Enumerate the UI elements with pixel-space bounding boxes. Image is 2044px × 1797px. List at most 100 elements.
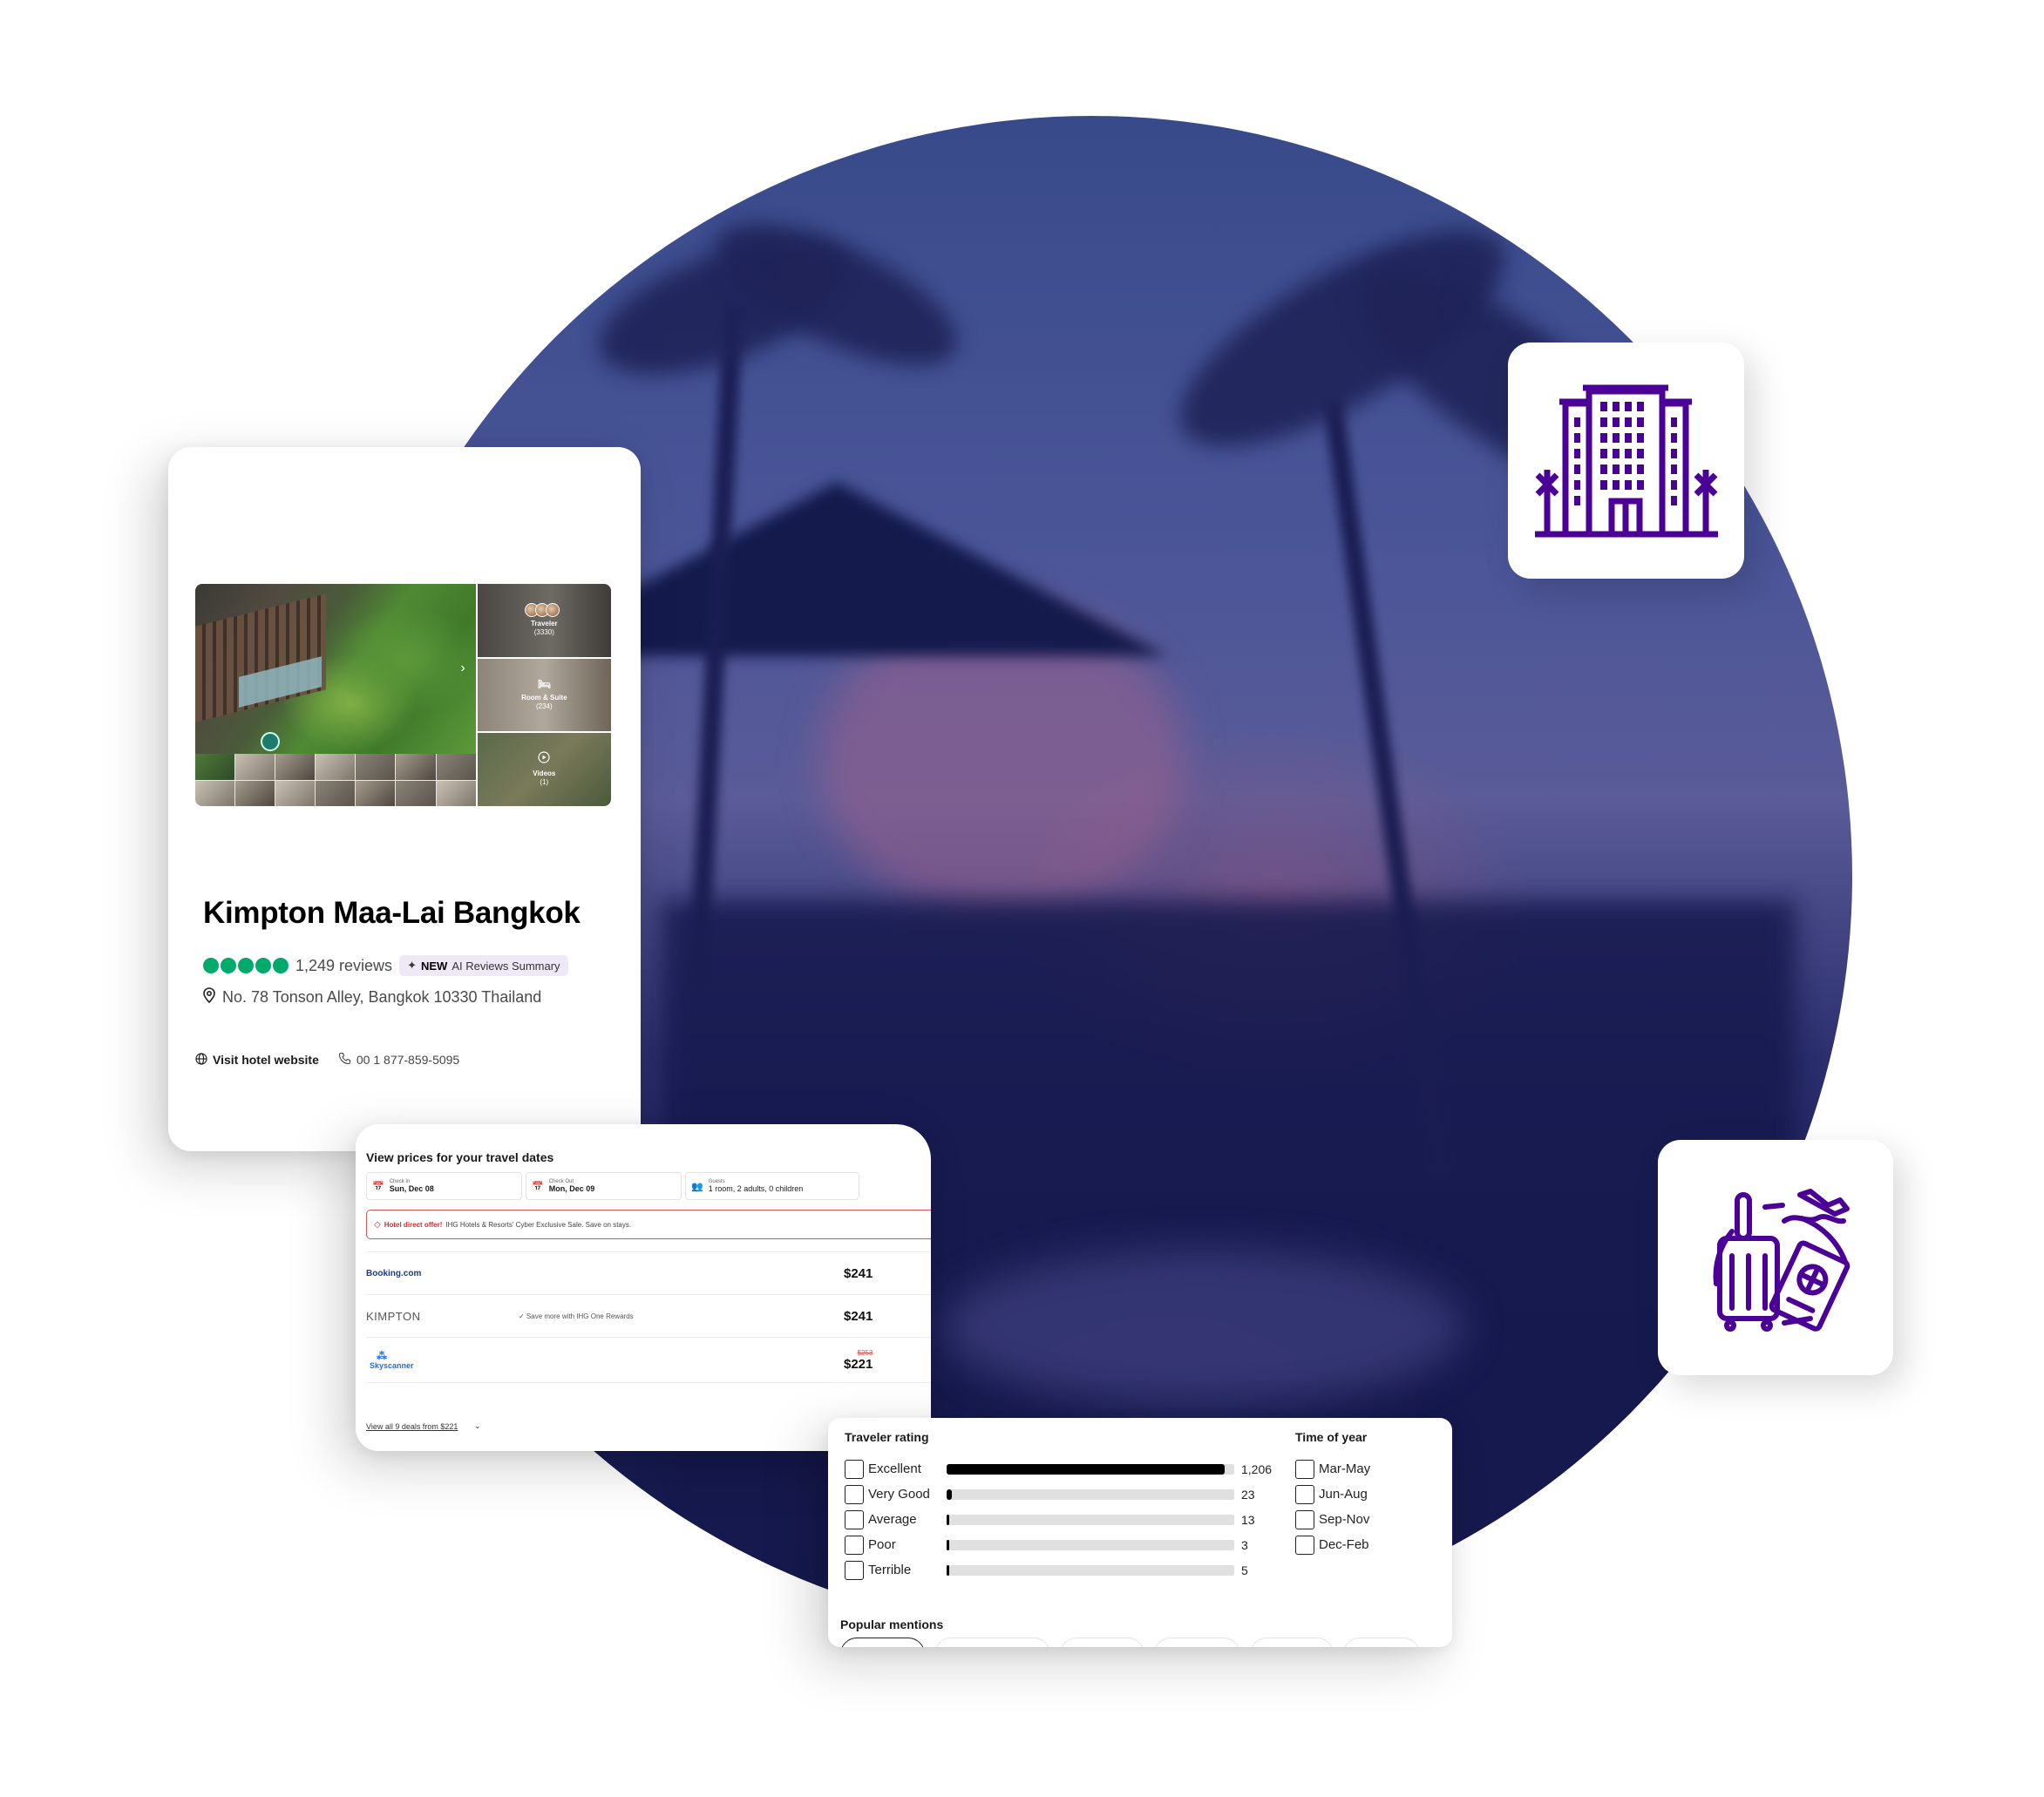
tile-label: Videos: [533, 770, 556, 778]
provider-logo-kimpton: KIMPTON: [366, 1309, 421, 1323]
mention-chip[interactable]: stock room: [1154, 1638, 1240, 1647]
season-checkbox[interactable]: [1295, 1459, 1314, 1479]
gallery-tile-room-suite[interactable]: 🛏 Room & Suite (234): [477, 658, 611, 732]
pool-reflection: [941, 1249, 1464, 1406]
deal-price-block: $253 $221: [844, 1349, 873, 1372]
mention-chip[interactable]: social hour: [1059, 1638, 1145, 1647]
traveler-rating-list: Excellent 1,206 Very Good 23 Average 13 Poor 3 T…: [845, 1456, 1276, 1583]
check-out-field[interactable]: 📅 Check Out Mon, Dec 09: [526, 1172, 682, 1200]
rating-row: 1,249 reviews ✦ NEW AI Reviews Summary: [203, 955, 568, 976]
contact-row: Visit hotel website 00 1 877-859-5095: [195, 1052, 459, 1068]
rating-bubble: [273, 958, 289, 973]
check-in-field[interactable]: 📅 Check In Sun, Dec 08: [366, 1172, 522, 1200]
visit-website-link[interactable]: Visit hotel website: [195, 1052, 319, 1068]
guests-field[interactable]: 👥 Guests 1 room, 2 adults, 0 children: [685, 1172, 859, 1200]
photo-building: [195, 593, 326, 722]
rating-bar-track: [947, 1488, 1234, 1500]
offer-text: IHG Hotels & Resorts' Cyber Exclusive Sa…: [445, 1220, 632, 1229]
gallery-tile-traveler[interactable]: Traveler (3330): [477, 584, 611, 657]
rating-checkbox[interactable]: [845, 1560, 864, 1580]
luggage-passport-icon: [1713, 1189, 1850, 1332]
season-filter-row[interactable]: Mar-May: [1295, 1456, 1370, 1482]
rating-bar-track: [947, 1564, 1234, 1576]
season-filter-row[interactable]: Jun-Aug: [1295, 1482, 1370, 1507]
time-of-year-list: Mar-May Jun-Aug Sep-Nov Dec-Feb: [1295, 1456, 1370, 1557]
chevron-right-icon[interactable]: ›: [460, 661, 465, 676]
rating-label: Terrible: [868, 1563, 912, 1577]
rating-bubbles: [203, 958, 289, 973]
phone-link[interactable]: 00 1 877-859-5095: [338, 1052, 459, 1068]
time-of-year-title: Time of year: [1295, 1430, 1368, 1444]
mention-chip[interactable]: All reviews: [840, 1638, 925, 1647]
thumbnail[interactable]: [436, 780, 476, 806]
rating-checkbox[interactable]: [845, 1484, 864, 1504]
travel-date-fields: 📅 Check In Sun, Dec 08 📅 Check Out Mon, …: [366, 1172, 931, 1200]
thumbnail[interactable]: [396, 754, 436, 780]
gallery-hero-photo[interactable]: ›: [195, 584, 476, 754]
review-count-link[interactable]: 1,249 reviews: [295, 957, 392, 975]
thumbnail[interactable]: [356, 754, 396, 780]
rating-filter-row[interactable]: Average 13: [845, 1507, 1276, 1532]
hotel-direct-offer-banner[interactable]: ◇ Hotel direct offer! IHG Hotels & Resor…: [366, 1210, 931, 1239]
thumbnail-grid: [195, 754, 476, 806]
mention-chip[interactable]: bluetooth: [1342, 1638, 1420, 1647]
website-label: Visit hotel website: [213, 1053, 319, 1067]
thumbnail[interactable]: [356, 780, 396, 806]
season-checkbox[interactable]: [1295, 1535, 1314, 1555]
thumbnail[interactable]: [396, 780, 436, 806]
chevron-down-icon[interactable]: ⌄: [474, 1421, 481, 1431]
view-all-deals-link[interactable]: View all 9 deals from $221: [366, 1422, 458, 1431]
season-checkbox[interactable]: [1295, 1484, 1314, 1504]
hotel-icon-card: [1508, 342, 1744, 579]
rating-count: 23: [1241, 1487, 1255, 1502]
deal-price: $221: [844, 1356, 873, 1372]
rating-filter-row[interactable]: Very Good 23: [845, 1482, 1276, 1507]
rating-label: Poor: [868, 1537, 896, 1552]
thumbnail[interactable]: [275, 780, 316, 806]
rating-checkbox[interactable]: [845, 1535, 864, 1555]
ai-reviews-summary-button[interactable]: ✦ NEW AI Reviews Summary: [399, 955, 568, 976]
thumbnail[interactable]: [316, 780, 356, 806]
gallery-main[interactable]: ›: [195, 584, 476, 806]
rating-filter-row[interactable]: Poor 3: [845, 1532, 1276, 1557]
season-checkbox[interactable]: [1295, 1509, 1314, 1529]
rating-bubble: [203, 958, 219, 973]
gallery-tile-videos[interactable]: Videos (1): [477, 733, 611, 806]
thumbnail[interactable]: [235, 780, 275, 806]
address-row: No. 78 Tonson Alley, Bangkok 10330 Thail…: [203, 987, 541, 1007]
season-label: Mar-May: [1319, 1461, 1371, 1476]
deal-row[interactable]: Booking.com $241: [366, 1251, 931, 1294]
thumbnail[interactable]: [275, 754, 316, 780]
map-pin-icon: [203, 987, 215, 1007]
season-filter-row[interactable]: Dec-Feb: [1295, 1532, 1370, 1557]
provider-logo-booking: Booking.com: [366, 1268, 422, 1278]
deal-note: ✓ Save more with IHG One Rewards: [519, 1312, 634, 1320]
mention-chip[interactable]: green lung: [1249, 1638, 1334, 1647]
tag-icon: ◇: [374, 1219, 381, 1230]
rating-bar-track: [947, 1514, 1234, 1525]
play-icon: [538, 751, 550, 768]
rating-checkbox[interactable]: [845, 1509, 864, 1529]
mention-chip[interactable]: pet friendly hotel: [934, 1638, 1050, 1647]
calendar-icon: 📅: [532, 1181, 544, 1192]
popular-mentions-chips: All reviews pet friendly hotel social hour…: [840, 1638, 1420, 1647]
thumbnail[interactable]: [195, 780, 235, 806]
guests-icon: 👥: [691, 1181, 703, 1192]
rating-filter-row[interactable]: Excellent 1,206: [845, 1456, 1276, 1482]
thumbnail[interactable]: [436, 754, 476, 780]
rating-checkbox[interactable]: [845, 1459, 864, 1479]
season-filter-row[interactable]: Sep-Nov: [1295, 1507, 1370, 1532]
deal-row[interactable]: KIMPTON ✓ Save more with IHG One Rewards…: [366, 1294, 931, 1337]
thumbnail[interactable]: [316, 754, 356, 780]
thumbnail[interactable]: [235, 754, 275, 780]
reviews-filter-card: Traveler rating Excellent 1,206 Very Good 2…: [828, 1418, 1452, 1647]
deal-row[interactable]: ⁂ Skyscanner $253 $221: [366, 1337, 931, 1383]
calendar-icon: 📅: [372, 1181, 384, 1192]
tile-count: (1): [540, 778, 549, 787]
check-in-value: Sun, Dec 08: [389, 1184, 434, 1193]
thumbnail[interactable]: [195, 754, 235, 780]
tile-count: (234): [535, 702, 553, 711]
photo-gallery[interactable]: › Traveler (3330) 🛏 Room & Suite (234) V…: [195, 584, 611, 806]
rating-label: Excellent: [868, 1461, 921, 1476]
rating-filter-row[interactable]: Terrible 5: [845, 1557, 1276, 1583]
